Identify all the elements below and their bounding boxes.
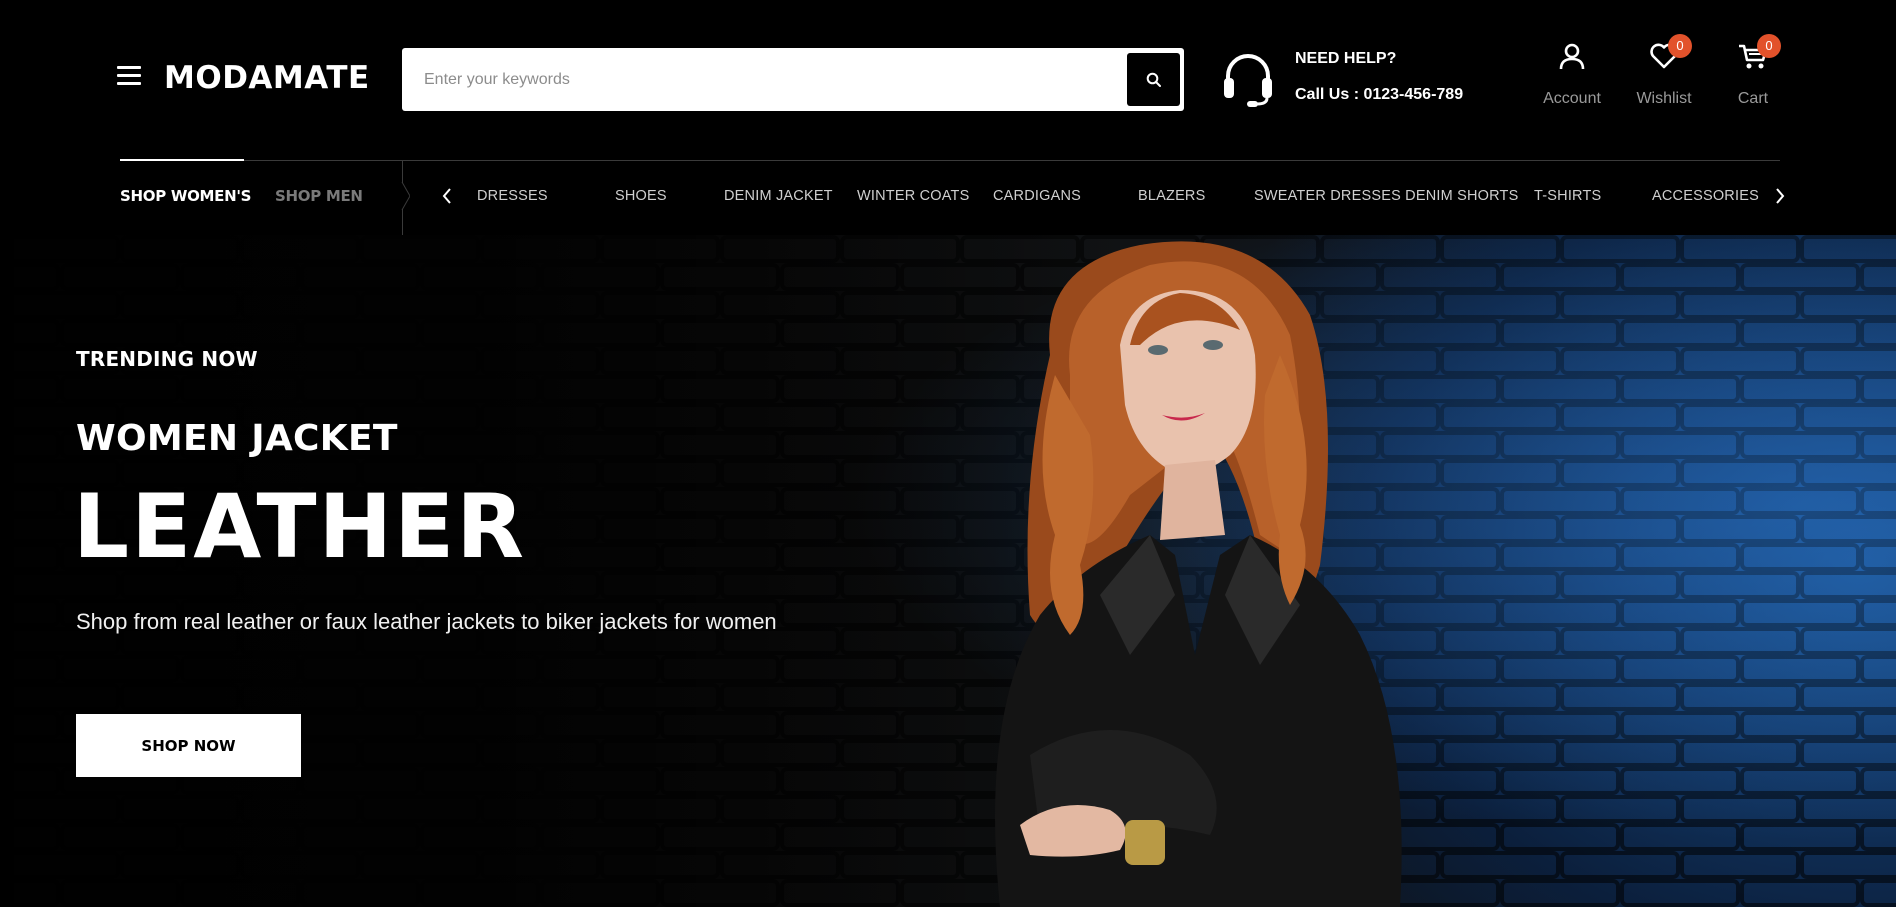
cart-label: Cart [1737, 90, 1769, 107]
category-denim-jacket[interactable]: DENIM JACKET [724, 188, 833, 204]
cart-button[interactable]: 0 Cart [1722, 34, 1784, 108]
chevron-right-icon[interactable] [1771, 186, 1789, 206]
wishlist-button[interactable]: 0 Wishlist [1632, 34, 1696, 108]
user-icon [1559, 43, 1585, 70]
tab-shop-mens[interactable]: SHOP MEN' [275, 187, 363, 205]
tab-pointer-icon [401, 182, 410, 210]
search-button[interactable] [1127, 53, 1180, 106]
shop-now-button[interactable]: SHOP NOW [76, 714, 301, 777]
wishlist-label: Wishlist [1636, 90, 1692, 107]
site-logo[interactable]: MODAMATE [164, 60, 370, 96]
site-header: MODAMATE NEED HELP? Call Us : 0123-456-7… [0, 0, 1896, 235]
category-blazers[interactable]: BLAZERS [1138, 188, 1205, 204]
category-winter-coats[interactable]: WINTER COATS [857, 188, 970, 204]
nav-divider-line [120, 160, 1780, 161]
category-accessories[interactable]: ACCESSORIES [1652, 188, 1759, 204]
headset-icon [1224, 54, 1272, 107]
model-photo [995, 241, 1402, 907]
tab-shop-womens[interactable]: SHOP WOMEN'S [120, 187, 251, 205]
category-cardigans[interactable]: CARDIGANS [993, 188, 1081, 204]
search-icon [1146, 72, 1161, 87]
hero-description: Shop from real leather or faux leather j… [76, 609, 777, 634]
hamburger-menu-icon[interactable] [117, 66, 141, 90]
category-t-shirts[interactable]: T-SHIRTS [1534, 188, 1601, 204]
hero-eyebrow: TRENDING NOW [76, 347, 258, 371]
category-sweater-dresses-denim-shorts[interactable]: SWEATER DRESSES DENIM SHORTS [1254, 188, 1519, 204]
account-button[interactable]: Account [1540, 40, 1604, 108]
hero-subtitle: WOMEN JACKET [76, 418, 398, 459]
help-phone[interactable]: Call Us : 0123-456-789 [1295, 86, 1463, 104]
category-dresses[interactable]: DRESSES [477, 188, 548, 204]
search-input[interactable] [424, 48, 1124, 111]
account-label: Account [1543, 90, 1601, 107]
hero-headline: LEATHER [73, 475, 527, 578]
cart-count-badge: 0 [1757, 34, 1781, 58]
hero-banner: TRENDING NOW WOMEN JACKET LEATHER Shop f… [0, 235, 1896, 907]
search-bar [402, 48, 1184, 111]
wishlist-count-badge: 0 [1668, 34, 1692, 58]
active-tab-indicator [120, 159, 244, 161]
need-help-title: NEED HELP? [1295, 50, 1397, 67]
chevron-left-icon[interactable] [438, 186, 456, 206]
category-shoes[interactable]: SHOES [615, 188, 667, 204]
